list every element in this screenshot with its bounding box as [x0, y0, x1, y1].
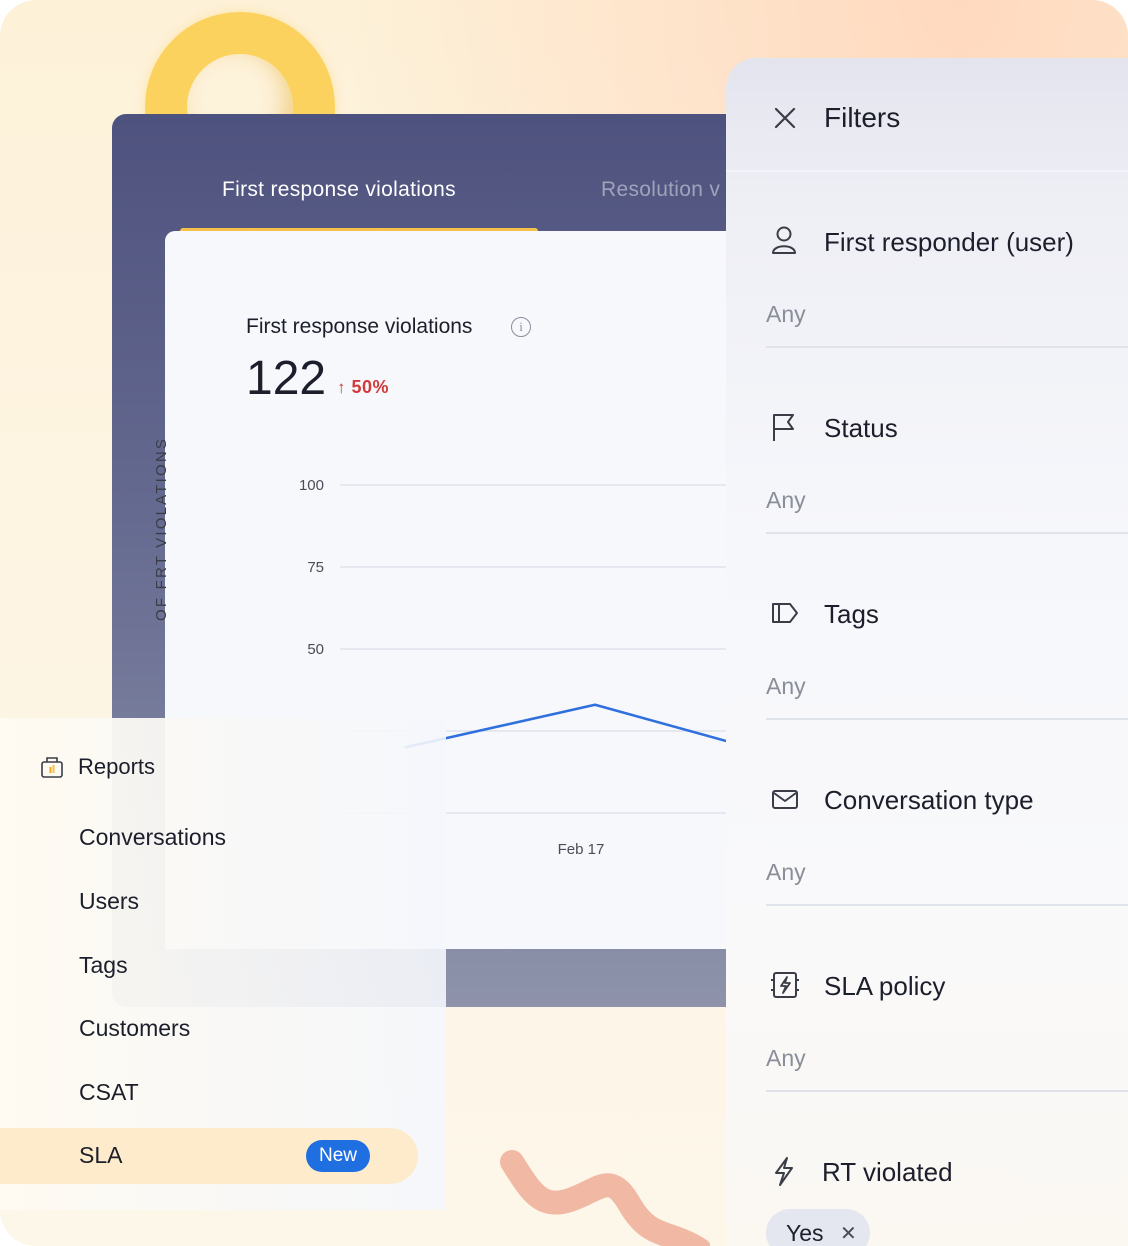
nav-header-label: Reports — [78, 754, 156, 779]
filter-label: Conversation type — [824, 785, 1034, 815]
filters-title: Filters — [824, 102, 901, 133]
filter-value[interactable]: Any — [766, 859, 806, 886]
filter-label: Tags — [824, 599, 879, 629]
y-tick-label: 75 — [307, 559, 324, 576]
flag-icon — [773, 414, 794, 441]
nav-header[interactable]: Reports — [40, 754, 155, 780]
decorative-squiggle — [500, 1150, 710, 1246]
filter-label: SLA policy — [824, 971, 946, 1001]
filter-value[interactable]: Any — [766, 673, 806, 700]
nav-item-sla[interactable]: SLA New — [0, 1128, 418, 1184]
user-icon — [772, 226, 796, 254]
tab-resolution-violations[interactable]: Resolution v — [601, 178, 720, 202]
filter-divider — [766, 346, 1128, 348]
chip-label: Yes — [786, 1220, 824, 1246]
reports-icon — [41, 757, 63, 778]
close-icon[interactable] — [772, 105, 798, 131]
filter-divider — [766, 718, 1128, 720]
lightning-icon — [775, 1157, 793, 1186]
filter-value[interactable]: Any — [766, 487, 806, 514]
envelope-icon — [772, 790, 798, 809]
reports-nav: Reports Conversations Users Tags Custome… — [0, 718, 446, 1210]
nav-item-users[interactable]: Users — [79, 888, 139, 915]
filter-sla-policy[interactable]: SLA policy Any — [726, 932, 1128, 1118]
filter-chip-yes[interactable]: Yes ✕ — [766, 1209, 870, 1246]
filter-value[interactable]: Any — [766, 301, 806, 328]
y-tick-label: 100 — [299, 477, 324, 494]
nav-item-csat[interactable]: CSAT — [79, 1079, 139, 1106]
filters-panel: Filters First responder (user) Any Statu… — [726, 58, 1128, 1246]
nav-item-customers[interactable]: Customers — [79, 1015, 190, 1042]
filter-label: First responder (user) — [824, 227, 1074, 257]
filter-divider — [766, 904, 1128, 906]
nav-item-conversations[interactable]: Conversations — [79, 824, 226, 851]
filter-first-responder[interactable]: First responder (user) Any — [726, 188, 1128, 374]
filter-value[interactable]: Any — [766, 1045, 806, 1072]
filter-conversation-type[interactable]: Conversation type Any — [726, 746, 1128, 932]
x-tick-label: Feb 17 — [558, 841, 605, 858]
y-tick-label: 50 — [307, 641, 324, 658]
tab-first-response-violations[interactable]: First response violations — [222, 178, 456, 202]
nav-item-sla-label: SLA — [79, 1142, 123, 1168]
filter-divider — [766, 532, 1128, 534]
nav-item-tags[interactable]: Tags — [79, 952, 128, 979]
filters-header: Filters — [726, 58, 1128, 172]
chip-remove-icon[interactable]: ✕ — [840, 1221, 857, 1246]
sla-policy-icon — [771, 972, 799, 998]
tag-icon — [772, 603, 798, 623]
filter-tags[interactable]: Tags Any — [726, 560, 1128, 746]
filter-label: Status — [824, 413, 898, 443]
filter-status[interactable]: Status Any — [726, 374, 1128, 560]
filter-divider — [766, 1090, 1128, 1092]
filter-label: RT violated — [822, 1157, 953, 1187]
new-badge: New — [306, 1140, 371, 1172]
